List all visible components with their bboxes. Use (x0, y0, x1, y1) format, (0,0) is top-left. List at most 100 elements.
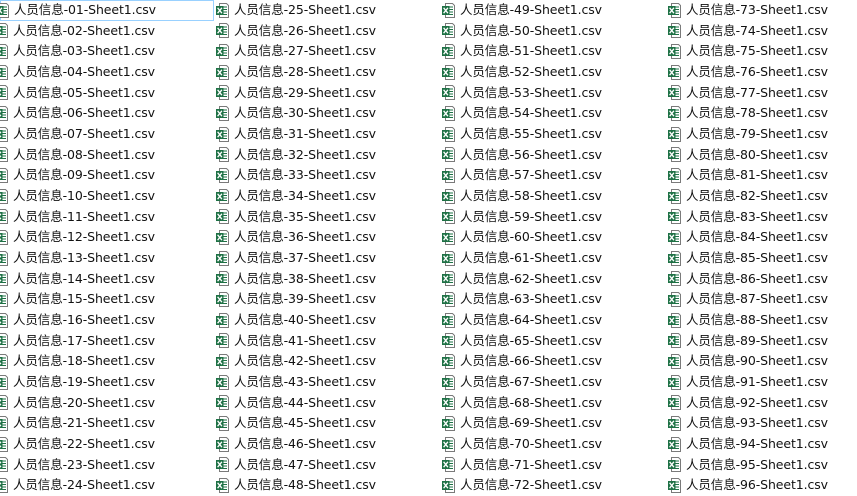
file-item[interactable]: 人员信息-24-Sheet1.csv (0, 475, 214, 496)
file-item[interactable]: 人员信息-49-Sheet1.csv (440, 0, 666, 21)
file-item[interactable]: 人员信息-31-Sheet1.csv (214, 124, 440, 145)
file-item[interactable]: 人员信息-50-Sheet1.csv (440, 21, 666, 42)
file-item[interactable]: 人员信息-74-Sheet1.csv (666, 21, 857, 42)
file-item[interactable]: 人员信息-10-Sheet1.csv (0, 186, 214, 207)
file-item[interactable]: 人员信息-65-Sheet1.csv (440, 331, 666, 352)
file-item[interactable]: 人员信息-57-Sheet1.csv (440, 165, 666, 186)
file-item[interactable]: 人员信息-94-Sheet1.csv (666, 434, 857, 455)
file-item[interactable]: 人员信息-72-Sheet1.csv (440, 475, 666, 496)
file-item[interactable]: 人员信息-82-Sheet1.csv (666, 186, 857, 207)
file-item[interactable]: 人员信息-51-Sheet1.csv (440, 41, 666, 62)
file-item[interactable]: 人员信息-52-Sheet1.csv (440, 62, 666, 83)
file-item[interactable]: 人员信息-37-Sheet1.csv (214, 248, 440, 269)
file-item[interactable]: 人员信息-36-Sheet1.csv (214, 227, 440, 248)
file-item[interactable]: 人员信息-70-Sheet1.csv (440, 434, 666, 455)
file-item[interactable]: 人员信息-75-Sheet1.csv (666, 41, 857, 62)
file-item[interactable]: 人员信息-46-Sheet1.csv (214, 434, 440, 455)
file-item[interactable]: 人员信息-38-Sheet1.csv (214, 269, 440, 290)
file-item[interactable]: 人员信息-91-Sheet1.csv (666, 372, 857, 393)
file-item[interactable]: 人员信息-62-Sheet1.csv (440, 269, 666, 290)
file-item[interactable]: 人员信息-02-Sheet1.csv (0, 21, 214, 42)
file-item[interactable]: 人员信息-92-Sheet1.csv (666, 392, 857, 413)
excel-csv-file-icon (216, 271, 229, 287)
file-item[interactable]: 人员信息-01-Sheet1.csv (0, 0, 214, 21)
file-item[interactable]: 人员信息-20-Sheet1.csv (0, 392, 214, 413)
file-item[interactable]: 人员信息-13-Sheet1.csv (0, 248, 214, 269)
file-item[interactable]: 人员信息-84-Sheet1.csv (666, 227, 857, 248)
file-item[interactable]: 人员信息-42-Sheet1.csv (214, 351, 440, 372)
file-item[interactable]: 人员信息-59-Sheet1.csv (440, 207, 666, 228)
file-item[interactable]: 人员信息-12-Sheet1.csv (0, 227, 214, 248)
file-item[interactable]: 人员信息-07-Sheet1.csv (0, 124, 214, 145)
file-item[interactable]: 人员信息-47-Sheet1.csv (214, 454, 440, 475)
file-item[interactable]: 人员信息-18-Sheet1.csv (0, 351, 214, 372)
file-item[interactable]: 人员信息-93-Sheet1.csv (666, 413, 857, 434)
file-item[interactable]: 人员信息-06-Sheet1.csv (0, 103, 214, 124)
file-item[interactable]: 人员信息-90-Sheet1.csv (666, 351, 857, 372)
file-item[interactable]: 人员信息-66-Sheet1.csv (440, 351, 666, 372)
file-item[interactable]: 人员信息-22-Sheet1.csv (0, 434, 214, 455)
file-item[interactable]: 人员信息-85-Sheet1.csv (666, 248, 857, 269)
file-item[interactable]: 人员信息-81-Sheet1.csv (666, 165, 857, 186)
file-item[interactable]: 人员信息-27-Sheet1.csv (214, 41, 440, 62)
file-item[interactable]: 人员信息-33-Sheet1.csv (214, 165, 440, 186)
excel-csv-file-icon (442, 44, 455, 60)
file-item[interactable]: 人员信息-21-Sheet1.csv (0, 413, 214, 434)
file-item[interactable]: 人员信息-41-Sheet1.csv (214, 331, 440, 352)
file-item[interactable]: 人员信息-95-Sheet1.csv (666, 454, 857, 475)
file-item[interactable]: 人员信息-28-Sheet1.csv (214, 62, 440, 83)
file-item[interactable]: 人员信息-86-Sheet1.csv (666, 269, 857, 290)
file-item[interactable]: 人员信息-11-Sheet1.csv (0, 207, 214, 228)
file-item[interactable]: 人员信息-34-Sheet1.csv (214, 186, 440, 207)
file-item[interactable]: 人员信息-30-Sheet1.csv (214, 103, 440, 124)
file-item[interactable]: 人员信息-44-Sheet1.csv (214, 392, 440, 413)
file-item[interactable]: 人员信息-61-Sheet1.csv (440, 248, 666, 269)
file-item[interactable]: 人员信息-14-Sheet1.csv (0, 269, 214, 290)
file-item[interactable]: 人员信息-25-Sheet1.csv (214, 0, 440, 21)
file-item[interactable]: 人员信息-68-Sheet1.csv (440, 392, 666, 413)
file-item[interactable]: 人员信息-78-Sheet1.csv (666, 103, 857, 124)
file-item[interactable]: 人员信息-55-Sheet1.csv (440, 124, 666, 145)
file-item[interactable]: 人员信息-48-Sheet1.csv (214, 475, 440, 496)
file-item[interactable]: 人员信息-77-Sheet1.csv (666, 83, 857, 104)
file-item[interactable]: 人员信息-03-Sheet1.csv (0, 41, 214, 62)
file-item[interactable]: 人员信息-32-Sheet1.csv (214, 145, 440, 166)
file-item[interactable]: 人员信息-88-Sheet1.csv (666, 310, 857, 331)
file-item[interactable]: 人员信息-04-Sheet1.csv (0, 62, 214, 83)
file-item[interactable]: 人员信息-23-Sheet1.csv (0, 454, 214, 475)
file-item[interactable]: 人员信息-29-Sheet1.csv (214, 83, 440, 104)
file-item[interactable]: 人员信息-87-Sheet1.csv (666, 289, 857, 310)
file-item[interactable]: 人员信息-76-Sheet1.csv (666, 62, 857, 83)
file-item[interactable]: 人员信息-19-Sheet1.csv (0, 372, 214, 393)
file-item[interactable]: 人员信息-16-Sheet1.csv (0, 310, 214, 331)
file-item[interactable]: 人员信息-73-Sheet1.csv (666, 0, 857, 21)
file-item[interactable]: 人员信息-35-Sheet1.csv (214, 207, 440, 228)
file-item[interactable]: 人员信息-69-Sheet1.csv (440, 413, 666, 434)
excel-csv-file-icon (0, 2, 9, 18)
file-item[interactable]: 人员信息-26-Sheet1.csv (214, 21, 440, 42)
file-item[interactable]: 人员信息-64-Sheet1.csv (440, 310, 666, 331)
excel-csv-file-icon (0, 333, 8, 349)
file-item[interactable]: 人员信息-09-Sheet1.csv (0, 165, 214, 186)
file-item[interactable]: 人员信息-45-Sheet1.csv (214, 413, 440, 434)
file-item[interactable]: 人员信息-54-Sheet1.csv (440, 103, 666, 124)
file-item[interactable]: 人员信息-96-Sheet1.csv (666, 475, 857, 496)
file-item[interactable]: 人员信息-15-Sheet1.csv (0, 289, 214, 310)
file-item[interactable]: 人员信息-71-Sheet1.csv (440, 454, 666, 475)
file-item[interactable]: 人员信息-53-Sheet1.csv (440, 83, 666, 104)
file-item[interactable]: 人员信息-40-Sheet1.csv (214, 310, 440, 331)
file-item[interactable]: 人员信息-80-Sheet1.csv (666, 145, 857, 166)
file-item[interactable]: 人员信息-08-Sheet1.csv (0, 145, 214, 166)
file-item[interactable]: 人员信息-43-Sheet1.csv (214, 372, 440, 393)
file-item[interactable]: 人员信息-79-Sheet1.csv (666, 124, 857, 145)
file-item[interactable]: 人员信息-63-Sheet1.csv (440, 289, 666, 310)
file-item[interactable]: 人员信息-60-Sheet1.csv (440, 227, 666, 248)
file-item[interactable]: 人员信息-58-Sheet1.csv (440, 186, 666, 207)
file-item[interactable]: 人员信息-05-Sheet1.csv (0, 83, 214, 104)
file-item[interactable]: 人员信息-83-Sheet1.csv (666, 207, 857, 228)
file-item[interactable]: 人员信息-17-Sheet1.csv (0, 331, 214, 352)
file-item[interactable]: 人员信息-67-Sheet1.csv (440, 372, 666, 393)
file-item[interactable]: 人员信息-56-Sheet1.csv (440, 145, 666, 166)
file-item[interactable]: 人员信息-89-Sheet1.csv (666, 331, 857, 352)
file-item[interactable]: 人员信息-39-Sheet1.csv (214, 289, 440, 310)
